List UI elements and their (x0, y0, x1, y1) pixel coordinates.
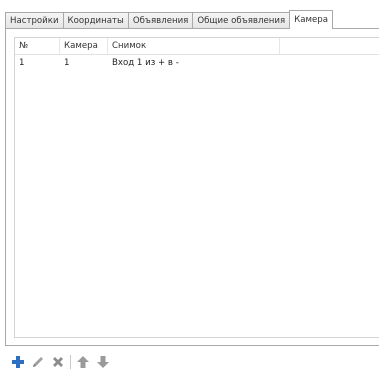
cell-number[interactable]: 1 (15, 55, 60, 71)
table-header: № Камера Снимок (15, 38, 379, 55)
move-down-button[interactable] (95, 354, 111, 370)
tab-bar: Настройки Координаты Объявления Общие об… (5, 10, 333, 29)
arrow-down-icon (97, 356, 109, 368)
tab-general-announcements[interactable]: Общие объявления (192, 12, 291, 29)
column-header-snapshot[interactable]: Снимок (108, 38, 280, 54)
cell-camera[interactable]: 1 (60, 55, 108, 71)
tab-camera[interactable]: Камера (289, 10, 333, 29)
column-header-filler (280, 38, 379, 54)
plus-icon (12, 356, 24, 368)
camera-table: № Камера Снимок 1 1 Вход 1 из + в - (14, 37, 379, 338)
toolbar-separator (70, 355, 71, 369)
edit-button[interactable] (30, 354, 46, 370)
tab-settings[interactable]: Настройки (5, 12, 64, 29)
camera-tab-panel: № Камера Снимок 1 1 Вход 1 из + в - (5, 28, 379, 346)
delete-button[interactable] (50, 354, 66, 370)
column-header-camera[interactable]: Камера (60, 38, 108, 54)
table-row[interactable]: 1 1 Вход 1 из + в - (15, 55, 379, 71)
arrow-up-icon (77, 356, 89, 368)
tab-coordinates[interactable]: Координаты (62, 12, 129, 29)
column-header-number[interactable]: № (15, 38, 60, 54)
delete-icon (53, 357, 63, 367)
tab-announcements[interactable]: Объявления (127, 12, 194, 29)
move-up-button[interactable] (75, 354, 91, 370)
camera-settings-window: Настройки Координаты Объявления Общие об… (0, 0, 379, 376)
cell-snapshot[interactable]: Вход 1 из + в - (108, 55, 280, 71)
pencil-icon (33, 357, 43, 367)
table-toolbar (10, 352, 115, 372)
add-button[interactable] (10, 354, 26, 370)
